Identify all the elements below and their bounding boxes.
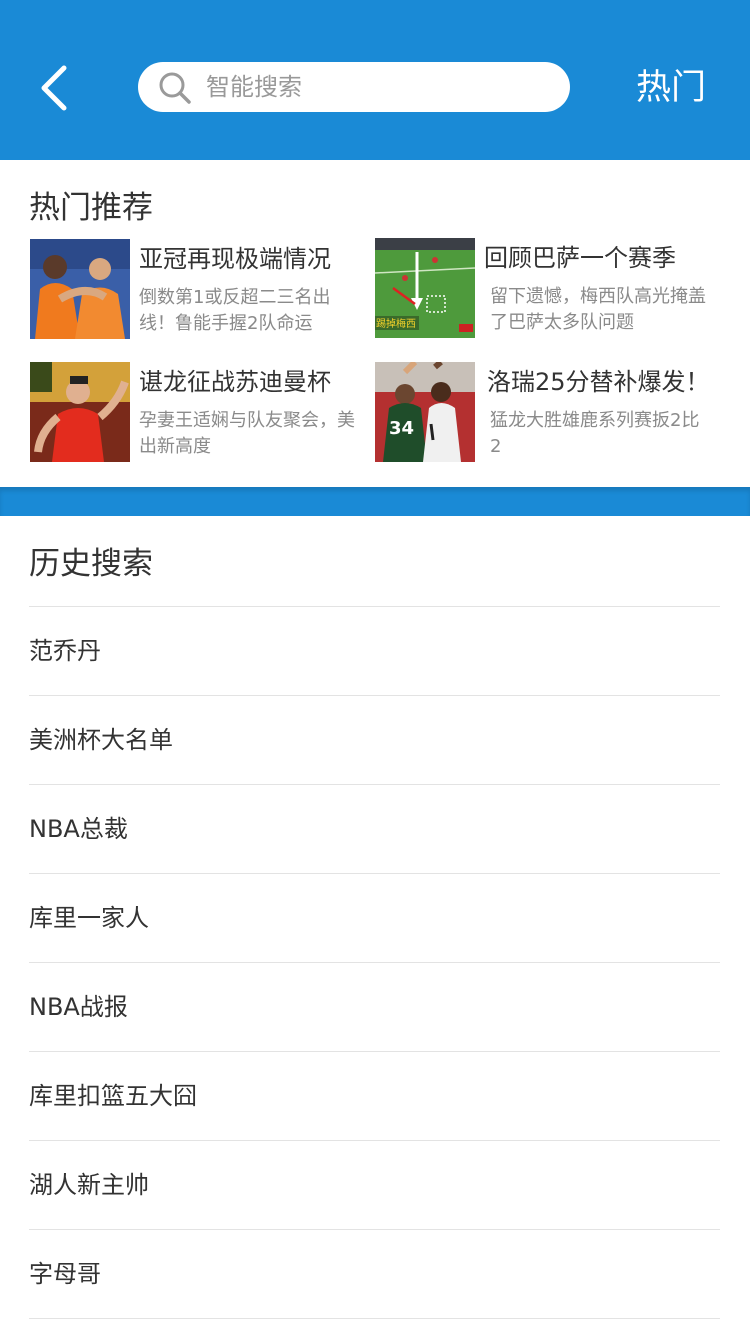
news-headline: 亚冠再现极端情况: [139, 245, 331, 273]
news-item[interactable]: 踢掉梅西 回顾巴萨一个赛季 留下遗憾，梅西队高光掩盖了巴萨太多队问题: [375, 238, 706, 338]
search-icon: [159, 72, 191, 104]
history-item[interactable]: 美洲杯大名单: [29, 695, 720, 784]
news-thumbnail: [30, 239, 130, 339]
thumbnail-caption: 踢掉梅西: [376, 317, 416, 330]
history-item[interactable]: 字母哥: [29, 1229, 720, 1318]
history-item[interactable]: 湖人新主帅: [29, 1140, 720, 1229]
hot-recommend-section: 热门推荐 亚冠再现极端情况 倒数第1或反超二三名出线！鲁能手握2队命运 踢掉梅西…: [0, 160, 750, 487]
hot-recommend-title: 热门推荐: [29, 190, 153, 226]
hot-button[interactable]: 热门: [636, 60, 706, 116]
history-title: 历史搜索: [29, 546, 153, 582]
news-thumbnail: [30, 362, 130, 462]
history-item[interactable]: 库里一家人: [29, 873, 720, 962]
history-item[interactable]: 库里扣篮五大囧: [29, 1051, 720, 1140]
chevron-left-icon: [41, 65, 67, 111]
history-item[interactable]: 范乔丹: [29, 606, 720, 695]
news-description: 猛龙大胜雄鹿系列赛扳2比2: [490, 410, 700, 457]
news-headline: 洛瑞25分替补爆发！: [487, 368, 710, 396]
search-placeholder: 智能搜索: [206, 73, 302, 101]
section-divider: [0, 487, 750, 516]
history-list: 范乔丹 美洲杯大名单 NBA总裁 库里一家人 NBA战报 库里扣篮五大囧 湖人新…: [29, 606, 720, 1319]
back-button[interactable]: [28, 58, 88, 118]
thumbnail-caption: 34: [389, 418, 414, 439]
news-item[interactable]: 34 洛瑞25分替补爆发！ 猛龙大胜雄鹿系列赛扳2比2: [375, 362, 710, 462]
news-headline: 回顾巴萨一个赛季: [484, 244, 676, 272]
news-item[interactable]: 谌龙征战苏迪曼杯 孕妻王适娴与队友聚会，美出新高度: [30, 362, 360, 462]
news-thumbnail: 踢掉梅西: [375, 238, 475, 338]
news-headline: 谌龙征战苏迪曼杯: [139, 368, 331, 396]
history-item[interactable]: NBA战报: [29, 962, 720, 1051]
news-description: 留下遗憾，梅西队高光掩盖了巴萨太多队问题: [490, 286, 706, 333]
top-bar: 智能搜索 热门: [0, 0, 750, 160]
news-item[interactable]: 亚冠再现极端情况 倒数第1或反超二三名出线！鲁能手握2队命运: [30, 239, 360, 339]
news-description: 倒数第1或反超二三名出线！鲁能手握2队命运: [139, 287, 331, 334]
history-item[interactable]: NBA总裁: [29, 784, 720, 873]
news-thumbnail: 34: [375, 362, 475, 462]
divider: [29, 1318, 720, 1319]
news-description: 孕妻王适娴与队友聚会，美出新高度: [139, 410, 355, 457]
search-input[interactable]: 智能搜索: [138, 62, 570, 112]
